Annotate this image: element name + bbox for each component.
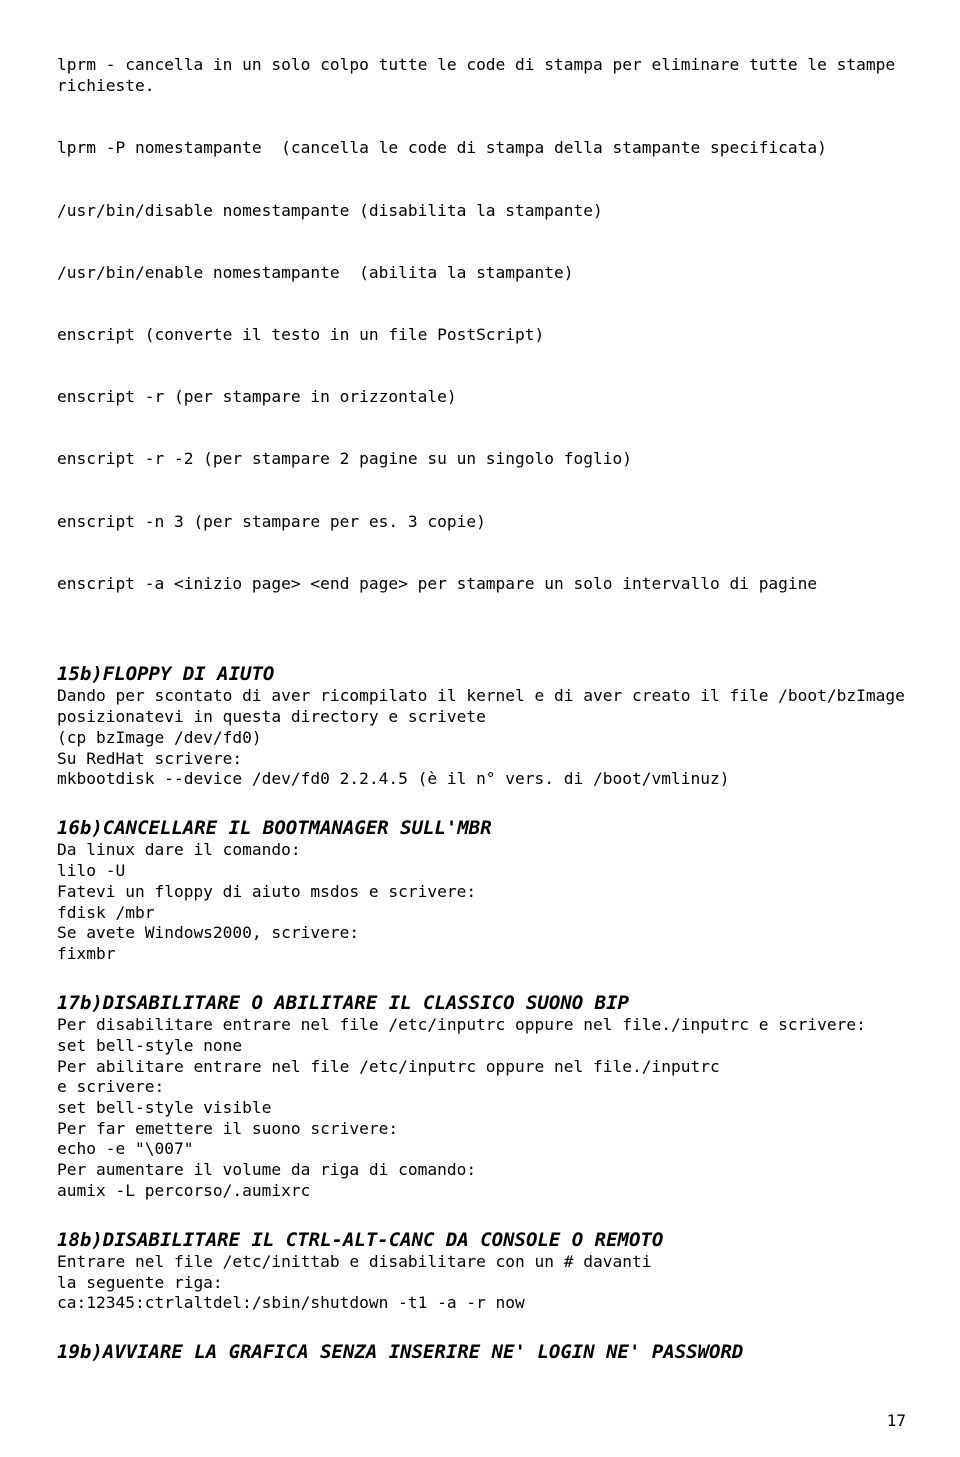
text-line: Entrare nel file /etc/inittab e disabili…	[57, 1252, 910, 1273]
section-15-heading: 15b)FLOPPY DI AIUTO	[57, 662, 910, 686]
text-line: Per disabilitare entrare nel file /etc/i…	[57, 1015, 910, 1036]
text-line: echo -e "\007"	[57, 1139, 910, 1160]
text-line: set bell-style visible	[57, 1098, 910, 1119]
text-line: enscript -a <inizio page> <end page> per…	[57, 574, 910, 595]
text-line: Se avete Windows2000, scrivere:	[57, 923, 910, 944]
text-line: /usr/bin/enable nomestampante (abilita l…	[57, 263, 910, 284]
section-16: 16b)CANCELLARE IL BOOTMANAGER SULL'MBR D…	[57, 816, 910, 965]
text-line: la seguente riga:	[57, 1273, 910, 1294]
text-line: set bell-style none	[57, 1036, 910, 1057]
text-line: fixmbr	[57, 944, 910, 965]
text-line: enscript (converte il testo in un file P…	[57, 325, 910, 346]
section-17: 17b)DISABILITARE O ABILITARE IL CLASSICO…	[57, 991, 910, 1202]
section-19: 19b)AVVIARE LA GRAFICA SENZA INSERIRE NE…	[57, 1340, 910, 1364]
text-line: e scrivere:	[57, 1077, 910, 1098]
text-line: Per far emettere il suono scrivere:	[57, 1119, 910, 1140]
text-line: mkbootdisk --device /dev/fd0 2.2.4.5 (è …	[57, 769, 910, 790]
text-line: Fatevi un floppy di aiuto msdos e scrive…	[57, 882, 910, 903]
section-18: 18b)DISABILITARE IL CTRL-ALT-CANC DA CON…	[57, 1228, 910, 1315]
section-14-commands: lprm - cancella in un solo colpo tutte l…	[57, 14, 910, 636]
text-line: enscript -r (per stampare in orizzontale…	[57, 387, 910, 408]
text-line: Per aumentare il volume da riga di coman…	[57, 1160, 910, 1181]
section-15: 15b)FLOPPY DI AIUTO Dando per scontato d…	[57, 662, 910, 790]
text-line: enscript -r -2 (per stampare 2 pagine su…	[57, 449, 910, 470]
section-17-heading: 17b)DISABILITARE O ABILITARE IL CLASSICO…	[57, 991, 910, 1015]
document-page: lprm - cancella in un solo colpo tutte l…	[0, 0, 960, 1457]
text-line: lprm - cancella in un solo colpo tutte l…	[57, 55, 910, 96]
text-line: lilo -U	[57, 861, 910, 882]
text-line: Da linux dare il comando:	[57, 840, 910, 861]
text-line: (cp bzImage /dev/fd0)	[57, 728, 910, 749]
text-line: ca:12345:ctrlaltdel:/sbin/shutdown -t1 -…	[57, 1293, 910, 1314]
text-line: Dando per scontato di aver ricompilato i…	[57, 686, 910, 727]
section-19-heading: 19b)AVVIARE LA GRAFICA SENZA INSERIRE NE…	[57, 1340, 910, 1364]
text-line: lprm -P nomestampante (cancella le code …	[57, 138, 910, 159]
text-line: enscript -n 3 (per stampare per es. 3 co…	[57, 512, 910, 533]
text-line: /usr/bin/disable nomestampante (disabili…	[57, 201, 910, 222]
text-line: fdisk /mbr	[57, 903, 910, 924]
text-line: aumix -L percorso/.aumixrc	[57, 1181, 910, 1202]
section-16-heading: 16b)CANCELLARE IL BOOTMANAGER SULL'MBR	[57, 816, 910, 840]
section-18-heading: 18b)DISABILITARE IL CTRL-ALT-CANC DA CON…	[57, 1228, 910, 1252]
page-number: 17	[887, 1411, 906, 1431]
text-line: Su RedHat scrivere:	[57, 749, 910, 770]
text-line: Per abilitare entrare nel file /etc/inpu…	[57, 1057, 910, 1078]
